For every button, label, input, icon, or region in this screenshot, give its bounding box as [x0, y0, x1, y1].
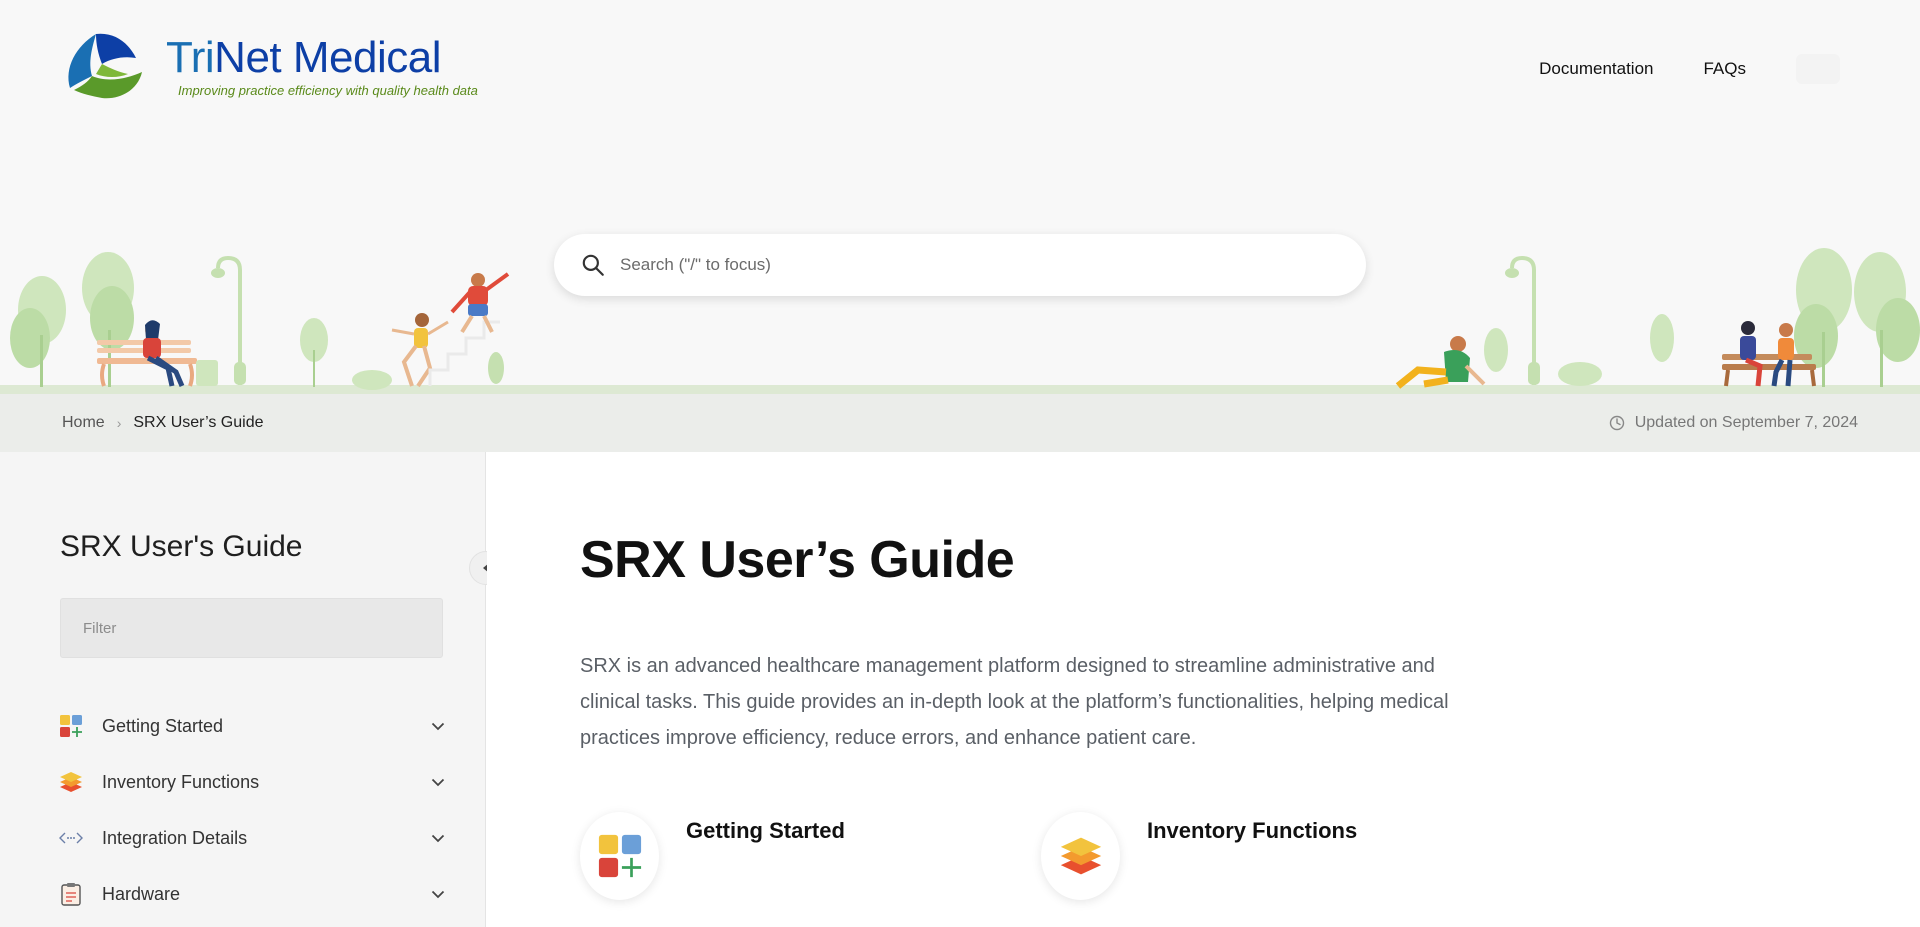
blocks-icon: [58, 713, 84, 739]
layers-icon: [1060, 837, 1101, 875]
sidebar-item-hardware[interactable]: Hardware: [58, 866, 448, 922]
chevron-down-icon[interactable]: [428, 772, 448, 792]
search-icon: [582, 254, 604, 276]
card-icon-circle: [580, 812, 659, 900]
card-title: Inventory Functions: [1147, 818, 1358, 843]
clock-icon: [1609, 415, 1624, 431]
breadcrumb: Home › SRX User’s Guide: [62, 414, 263, 432]
breadcrumb-current: SRX User’s Guide: [133, 414, 264, 431]
search-bar[interactable]: [554, 234, 1366, 296]
chevron-down-icon[interactable]: [428, 884, 448, 904]
code-arrows-icon: [58, 825, 84, 851]
breadcrumb-bar: Home › SRX User’s Guide Updated on Septe…: [0, 394, 1920, 452]
intro-paragraph: SRX is an advanced healthcare management…: [580, 655, 1449, 749]
sidebar-item-label: Hardware: [102, 883, 181, 904]
brand-tagline: Improving practice efficiency with quali…: [178, 82, 478, 98]
updated-text: Updated on September 7, 2024: [1634, 414, 1858, 431]
nav-documentation[interactable]: Documentation: [1539, 59, 1653, 79]
trinet-logo-icon: [68, 33, 142, 99]
blocks-icon: [598, 834, 641, 878]
search-input[interactable]: [620, 255, 1320, 275]
sidebar-item-getting-started[interactable]: Getting Started: [58, 698, 448, 754]
page-title: SRX User’s Guide: [580, 531, 1015, 589]
sidebar-item-label: Integration Details: [102, 827, 248, 848]
hero-header: TriNet Medical Improving practice effici…: [0, 0, 1920, 394]
chevron-down-icon[interactable]: [428, 716, 448, 736]
chevron-down-icon[interactable]: [428, 828, 448, 848]
top-navigation: Documentation FAQs: [1539, 54, 1840, 84]
nav-faqs[interactable]: FAQs: [1703, 59, 1746, 79]
main-content: SRX User’s Guide SRX is an advanced heal…: [487, 452, 1920, 927]
sidebar-nav-list: Getting Started Inventory Functions Inte…: [58, 698, 448, 922]
chevron-right-icon: ›: [116, 415, 122, 431]
clipboard-icon: [58, 881, 84, 907]
brand-logo[interactable]: TriNet Medical Improving practice effici…: [62, 28, 482, 104]
sidebar-filter-input[interactable]: [60, 598, 443, 658]
sidebar-title: SRX User's Guide: [60, 530, 303, 563]
sidebar: SRX User's Guide Getting Started: [0, 452, 503, 927]
card-title: Getting Started: [686, 818, 845, 843]
sidebar-item-label: Inventory Functions: [102, 771, 260, 792]
sidebar-item-label: Getting Started: [102, 715, 224, 736]
card-inventory-functions[interactable]: Inventory Functions: [1041, 812, 1461, 922]
brand-title: TriNet Medical: [166, 32, 441, 82]
breadcrumb-home[interactable]: Home: [62, 414, 105, 432]
layers-icon: [58, 769, 84, 795]
sidebar-item-integration-details[interactable]: Integration Details: [58, 810, 448, 866]
updated-date: Updated on September 7, 2024: [1609, 414, 1858, 432]
sidebar-item-inventory-functions[interactable]: Inventory Functions: [58, 754, 448, 810]
card-icon-circle: [1041, 812, 1120, 900]
theme-toggle-button[interactable]: [1796, 54, 1840, 84]
card-getting-started[interactable]: Getting Started: [580, 812, 1000, 922]
